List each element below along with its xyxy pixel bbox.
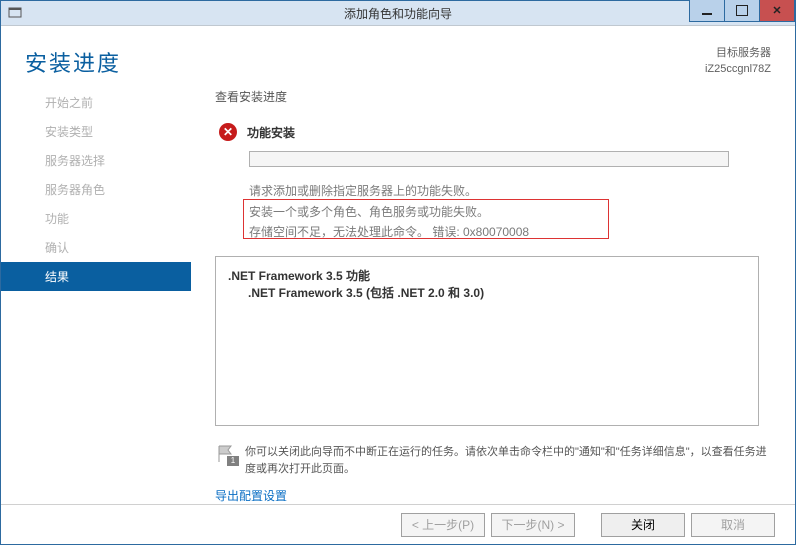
next-button: 下一步(N) > [491, 513, 575, 537]
sidebar-item-features: 功能 [25, 204, 191, 233]
notice-row: 1 你可以关闭此向导而不中断正在运行的任务。请依次单击命令栏中的"通知"和"任务… [215, 444, 771, 477]
flag-icon: 1 [215, 444, 235, 464]
sidebar-item-confirm: 确认 [25, 233, 191, 262]
msg-line-2: 安装一个或多个角色、角色服务或功能失败。 [249, 202, 729, 222]
progress-bar [249, 151, 729, 167]
header-row: 安装进度 目标服务器 iZ25ccgnl78Z [1, 26, 795, 88]
msg-line-3: 存储空间不足，无法处理此命令。 错误: 0x80070008 [249, 222, 729, 242]
cancel-button: 取消 [691, 513, 775, 537]
feature-box: .NET Framework 3.5 功能 .NET Framework 3.5… [215, 256, 759, 426]
prev-button: < 上一步(P) [401, 513, 485, 537]
minimize-button[interactable] [689, 0, 725, 22]
maximize-button[interactable] [724, 0, 760, 22]
error-icon: ✕ [219, 123, 237, 141]
content-area: 安装进度 目标服务器 iZ25ccgnl78Z 开始之前 安装类型 服务器选择 … [1, 26, 795, 504]
flag-badge: 1 [227, 456, 239, 466]
sidebar-item-type: 安装类型 [25, 117, 191, 146]
sidebar-item-server-select: 服务器选择 [25, 146, 191, 175]
message-block: 请求添加或删除指定服务器上的功能失败。 安装一个或多个角色、角色服务或功能失败。… [249, 181, 729, 242]
sidebar-item-before: 开始之前 [25, 88, 191, 117]
feature-line-1: .NET Framework 3.5 功能 [228, 267, 746, 284]
sidebar-item-server-roles: 服务器角色 [25, 175, 191, 204]
notice-text: 你可以关闭此向导而不中断正在运行的任务。请依次单击命令栏中的"通知"和"任务详细… [245, 444, 771, 477]
msg-line-1: 请求添加或删除指定服务器上的功能失败。 [249, 181, 729, 201]
titlebar: 添加角色和功能向导 [1, 1, 795, 26]
feature-line-2: .NET Framework 3.5 (包括 .NET 2.0 和 3.0) [228, 284, 746, 301]
footer: < 上一步(P) 下一步(N) > 关闭 取消 [1, 504, 795, 544]
window-title: 添加角色和功能向导 [344, 5, 452, 22]
close-button[interactable]: 关闭 [601, 513, 685, 537]
status-text: 功能安装 [247, 124, 295, 141]
section-label: 查看安装进度 [215, 88, 771, 105]
main-panel: 查看安装进度 ✕ 功能安装 请求添加或删除指定服务器上的功能失败。 安装一个或多… [191, 88, 795, 504]
sidebar: 开始之前 安装类型 服务器选择 服务器角色 功能 确认 结果 [1, 88, 191, 504]
export-link[interactable]: 导出配置设置 [215, 487, 771, 504]
main-row: 开始之前 安装类型 服务器选择 服务器角色 功能 确认 结果 查看安装进度 ✕ … [1, 88, 795, 504]
sidebar-item-results[interactable]: 结果 [1, 262, 191, 291]
server-name: iZ25ccgnl78Z [705, 62, 771, 77]
titlebar-buttons [690, 0, 795, 22]
server-info: 目标服务器 iZ25ccgnl78Z [705, 46, 771, 77]
page-title: 安装进度 [25, 46, 121, 78]
close-window-button[interactable] [759, 0, 795, 22]
wizard-window: 添加角色和功能向导 安装进度 目标服务器 iZ25ccgnl78Z 开始之前 安… [0, 0, 796, 545]
status-row: ✕ 功能安装 [219, 123, 771, 141]
app-icon [7, 5, 23, 21]
server-label: 目标服务器 [705, 46, 771, 61]
